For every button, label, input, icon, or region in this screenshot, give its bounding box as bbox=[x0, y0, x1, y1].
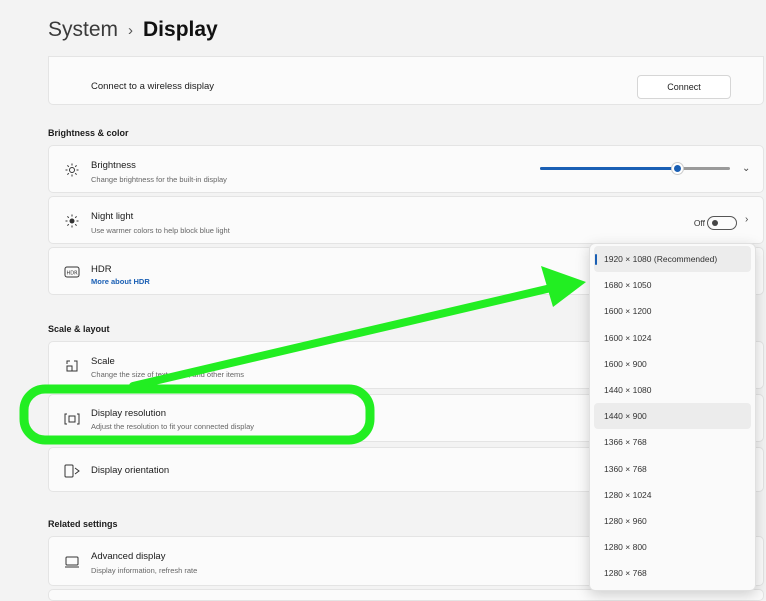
resolution-option[interactable]: 1366 × 768 bbox=[594, 429, 751, 455]
brightness-slider-fill bbox=[540, 167, 677, 170]
chevron-down-icon[interactable]: ⌄ bbox=[742, 163, 750, 174]
breadcrumb-separator-icon: › bbox=[128, 21, 134, 39]
advanced-display-title: Advanced display bbox=[91, 551, 166, 562]
brightness-slider-thumb[interactable] bbox=[671, 163, 683, 174]
resolution-option[interactable]: 1280 × 768 bbox=[594, 560, 751, 586]
resolution-icon bbox=[63, 410, 81, 428]
night-light-icon bbox=[63, 212, 81, 230]
resolution-option[interactable]: 1680 × 1050 bbox=[594, 272, 751, 298]
section-brightness-color: Brightness & color bbox=[48, 128, 129, 138]
brightness-slider[interactable] bbox=[540, 163, 730, 174]
resolution-option[interactable]: 1440 × 900 bbox=[594, 403, 751, 430]
night-light-card[interactable]: Night light Use warmer colors to help bl… bbox=[48, 196, 764, 244]
connect-button[interactable]: Connect bbox=[637, 75, 731, 99]
toggle-knob bbox=[712, 220, 718, 226]
hdr-title: HDR bbox=[91, 264, 112, 275]
wireless-display-card: Connect to a wireless display Connect bbox=[48, 56, 764, 105]
resolution-option[interactable]: 1600 × 1200 bbox=[594, 298, 751, 324]
chevron-right-icon[interactable]: › bbox=[745, 214, 748, 225]
resolution-option[interactable]: 1920 × 1080 (Recommended) bbox=[594, 246, 751, 273]
breadcrumb-system[interactable]: System bbox=[48, 18, 118, 42]
display-resolution-title: Display resolution bbox=[91, 408, 166, 419]
section-related-settings: Related settings bbox=[48, 519, 118, 529]
hdr-more-link[interactable]: More about HDR bbox=[91, 277, 150, 286]
monitor-icon bbox=[63, 553, 81, 571]
svg-text:HDR: HDR bbox=[66, 270, 78, 276]
brightness-subtitle: Change brightness for the built-in displ… bbox=[91, 175, 227, 184]
resolution-dropdown[interactable]: 1920 × 1080 (Recommended) 1680 × 1050 1600… bbox=[589, 243, 756, 591]
resolution-option[interactable]: 1440 × 1080 bbox=[594, 377, 751, 403]
page-title: Display bbox=[143, 18, 218, 41]
resolution-option[interactable]: 1600 × 1024 bbox=[594, 325, 751, 351]
section-scale-layout: Scale & layout bbox=[48, 324, 110, 334]
display-orientation-title: Display orientation bbox=[91, 465, 170, 476]
orientation-icon bbox=[63, 462, 81, 480]
resolution-option[interactable]: 1280 × 800 bbox=[594, 534, 751, 560]
hdr-icon: HDR bbox=[63, 263, 81, 281]
resolution-option[interactable]: 1280 × 1024 bbox=[594, 482, 751, 508]
display-resolution-subtitle: Adjust the resolution to fit your connec… bbox=[91, 422, 255, 431]
night-light-toggle[interactable] bbox=[707, 216, 737, 230]
resolution-option[interactable]: 1280 × 960 bbox=[594, 508, 751, 534]
resolution-option[interactable]: 1600 × 900 bbox=[594, 351, 751, 377]
night-light-state: Off bbox=[693, 218, 705, 228]
resolution-option[interactable]: 1360 × 768 bbox=[594, 456, 751, 482]
night-light-subtitle: Use warmer colors to help block blue lig… bbox=[91, 226, 230, 235]
night-light-title: Night light bbox=[91, 211, 134, 222]
breadcrumb: System › Display bbox=[48, 18, 218, 42]
scale-title: Scale bbox=[91, 356, 115, 367]
scale-subtitle: Change the size of text, apps, and other… bbox=[91, 370, 245, 379]
wireless-display-label: Connect to a wireless display bbox=[91, 81, 215, 92]
brightness-card[interactable]: Brightness Change brightness for the bui… bbox=[48, 145, 764, 193]
scale-icon bbox=[63, 357, 81, 375]
sun-icon bbox=[63, 161, 81, 179]
advanced-display-subtitle: Display information, refresh rate bbox=[91, 566, 198, 575]
brightness-title: Brightness bbox=[91, 160, 136, 171]
